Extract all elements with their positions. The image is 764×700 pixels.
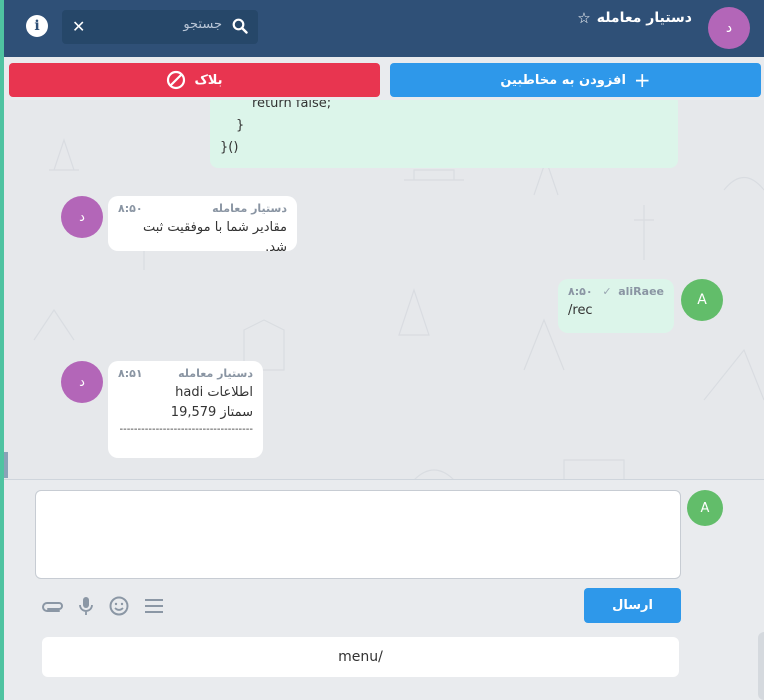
avatar[interactable]: A	[681, 279, 723, 321]
sender-name: دستیار معامله	[178, 367, 253, 380]
emoji-icon[interactable]	[108, 595, 130, 617]
message-text: اطلاعات hadi	[175, 385, 253, 400]
message-time-group: ۸:۵۰ ✓	[568, 285, 612, 298]
message-time: ۸:۵۰	[118, 202, 143, 215]
attach-icon[interactable]	[42, 595, 64, 617]
avatar[interactable]: د	[61, 196, 103, 238]
sender-name: aliRaee	[618, 285, 664, 298]
quick-reply-button[interactable]: menu/	[42, 637, 679, 677]
info-icon[interactable]: i	[26, 15, 48, 37]
outgoing-message-bubble: ۸:۵۰ ✓ aliRaee /rec	[558, 279, 674, 333]
message-input[interactable]	[35, 490, 681, 579]
scrollbar[interactable]	[4, 452, 8, 478]
search-box: ✕	[62, 10, 258, 44]
message-text: /rec	[568, 303, 593, 318]
avatar[interactable]: د	[61, 361, 103, 403]
add-to-contacts-button[interactable]: + افزودن به مخاطبین	[390, 63, 761, 97]
code-line: }	[236, 118, 245, 133]
menu-icon[interactable]	[143, 595, 165, 617]
avatar: A	[687, 490, 723, 526]
left-edge-accent	[0, 0, 4, 700]
incoming-message-bubble: ۸:۵۱ دستیار معامله اطلاعات hadi سمتاز 19…	[108, 361, 263, 458]
message-meta: ۸:۵۰ ✓ aliRaee	[568, 285, 664, 298]
search-icon	[232, 18, 248, 34]
close-icon[interactable]: ✕	[72, 17, 85, 37]
block-label: بلاک	[194, 72, 223, 88]
code-line: }()	[220, 140, 239, 155]
chat-title-group: دستیار معامله ☆	[577, 9, 692, 27]
microphone-icon[interactable]	[75, 595, 97, 617]
chat-header: i ✕ دستیار معامله ☆ د	[4, 0, 764, 57]
star-icon[interactable]: ☆	[577, 9, 590, 27]
message-text: مقادیر شما با موفقیت ثبت شد.	[142, 220, 287, 255]
avatar[interactable]: د	[708, 7, 750, 49]
chat-title: دستیار معامله	[596, 10, 692, 26]
code-line: return false;	[252, 100, 332, 111]
composer-divider	[4, 479, 764, 480]
code-message-bubble: return false; } }()	[210, 100, 678, 168]
message-text: سمتاز 19,579	[170, 405, 253, 420]
message-time: ۸:۵۰	[568, 285, 593, 298]
send-button[interactable]: ارسال	[584, 588, 681, 623]
side-handle[interactable]	[758, 632, 764, 700]
message-text: -------------------------------------	[119, 424, 253, 435]
add-to-contacts-label: افزودن به مخاطبین	[500, 72, 626, 88]
message-meta: ۸:۵۰ دستیار معامله	[118, 202, 287, 215]
check-icon: ✓	[602, 285, 612, 298]
message-time: ۸:۵۱	[118, 367, 143, 380]
block-button[interactable]: بلاک	[9, 63, 380, 97]
block-icon	[167, 70, 186, 90]
message-list[interactable]: return false; } }() د ۸:۵۰ دستیار معامله…	[4, 100, 764, 480]
sender-name: دستیار معامله	[212, 202, 287, 215]
incoming-message-bubble: ۸:۵۰ دستیار معامله مقادیر شما با موفقیت …	[108, 196, 297, 255]
message-meta: ۸:۵۱ دستیار معامله	[118, 367, 253, 380]
plus-icon: +	[633, 68, 651, 92]
search-input[interactable]	[112, 17, 222, 32]
